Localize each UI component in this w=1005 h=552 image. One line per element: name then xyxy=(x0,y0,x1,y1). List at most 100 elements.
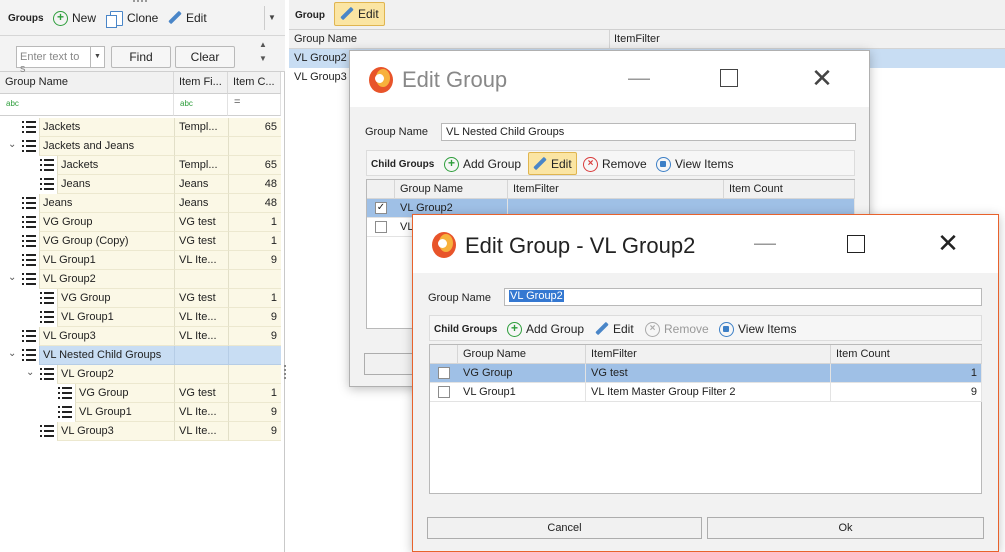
tree-row-count: 48 xyxy=(228,175,281,194)
view-items-button[interactable]: View Items xyxy=(719,320,796,338)
row-item-count: 9 xyxy=(831,383,982,402)
view-items-button[interactable]: View Items xyxy=(656,155,733,173)
child-groups-toolbar: Child Groups + Add Group Edit × Remove Vie… xyxy=(366,150,855,176)
group-name-field[interactable]: VL Nested Child Groups xyxy=(441,123,856,141)
pencil-icon xyxy=(533,157,547,171)
pencil-icon xyxy=(168,11,182,25)
filter-item-filter[interactable]: abc xyxy=(174,94,228,116)
tree-row[interactable]: ⌄ Jackets and Jeans xyxy=(0,137,281,156)
child-groups-label: Child Groups xyxy=(371,158,435,170)
minimize-icon[interactable]: — xyxy=(628,65,650,91)
dialog2-titlebar[interactable]: Edit Group - VL Group2 — ✕ xyxy=(413,215,998,273)
row-checkbox[interactable] xyxy=(438,367,450,379)
edit-label: Edit xyxy=(186,11,207,25)
splitter-grip[interactable] xyxy=(284,365,287,379)
row-checkbox[interactable] xyxy=(438,386,450,398)
tree-row[interactable]: Jackets Templ... 65 xyxy=(0,156,281,175)
list-icon xyxy=(22,121,36,134)
col-group-name[interactable]: Group Name xyxy=(0,72,174,94)
remove-button[interactable]: × Remove xyxy=(645,320,709,338)
expand-chevron-icon[interactable]: ⌄ xyxy=(8,272,16,283)
list-icon xyxy=(58,406,72,419)
dialog1-titlebar[interactable]: Edit Group — ✕ xyxy=(350,51,869,107)
add-group-button[interactable]: + Add Group xyxy=(507,320,584,338)
row-checkbox[interactable]: ✓ xyxy=(375,202,387,214)
tree-row[interactable]: ⌄ VL Group2 xyxy=(0,365,281,384)
col-group-name[interactable]: Group Name xyxy=(395,180,508,199)
new-button[interactable]: + New xyxy=(53,9,96,27)
remove-button[interactable]: × Remove xyxy=(583,155,647,173)
minimize-icon[interactable]: — xyxy=(754,230,776,256)
col-item-count[interactable]: Item Count xyxy=(831,345,982,364)
tree-row[interactable]: Jackets Templ... 65 xyxy=(0,118,281,137)
tree-row[interactable]: ⌄ VL Group2 xyxy=(0,270,281,289)
main-row[interactable]: VL Group3 xyxy=(289,68,349,87)
col-item-count[interactable]: Item C... xyxy=(228,72,281,94)
group-edit-button[interactable]: Edit xyxy=(334,2,385,26)
clone-icon xyxy=(106,10,123,28)
ok-button[interactable]: Ok xyxy=(707,517,984,539)
filter-item-count[interactable]: = xyxy=(228,94,281,116)
tree-row[interactable]: VL Group3 VL Ite... 9 xyxy=(0,327,281,346)
filter-group-name[interactable]: abc xyxy=(0,94,174,116)
close-icon[interactable]: ✕ xyxy=(936,228,960,259)
col-item-filter[interactable]: Item Fi... xyxy=(174,72,228,94)
tree-row-filter xyxy=(174,346,228,365)
child-edit-button[interactable]: Edit xyxy=(528,152,577,175)
maximize-icon[interactable] xyxy=(847,235,865,253)
group-name-field[interactable]: VL Group2 xyxy=(504,288,982,306)
drag-grip[interactable] xyxy=(133,0,147,4)
pencil-icon xyxy=(595,322,609,336)
tree-row[interactable]: VG Group VG test 1 xyxy=(0,213,281,232)
maximize-icon[interactable] xyxy=(720,69,738,87)
list-icon xyxy=(40,159,54,172)
tree-row-count xyxy=(228,270,281,289)
plus-icon: + xyxy=(53,10,68,26)
tree-row-name: Jackets xyxy=(57,156,174,175)
tree-row[interactable]: VL Group1 VL Ite... 9 xyxy=(0,251,281,270)
tree-row[interactable]: VG Group (Copy) VG test 1 xyxy=(0,232,281,251)
group-edit-label: Edit xyxy=(358,7,379,21)
scroll-arrows[interactable]: ▲ ▼ xyxy=(259,38,267,66)
col-item-count[interactable]: Item Count xyxy=(724,180,855,199)
chevron-down-icon[interactable]: ▼ xyxy=(268,13,276,22)
clone-button[interactable]: Clone xyxy=(106,9,158,28)
tree-row[interactable]: VL Group1 VL Ite... 9 xyxy=(0,403,281,422)
add-group-label: Add Group xyxy=(526,322,585,336)
tree-row[interactable]: VG Group VG test 1 xyxy=(0,289,281,308)
find-button[interactable]: Find xyxy=(111,46,171,68)
list-icon xyxy=(58,387,72,400)
col-item-filter[interactable]: ItemFilter xyxy=(586,345,831,364)
tree-row[interactable]: VL Group1 VL Ite... 9 xyxy=(0,308,281,327)
main-col-group-name[interactable]: Group Name xyxy=(294,33,357,45)
tree-row[interactable]: Jeans Jeans 48 xyxy=(0,194,281,213)
tree-row-name: VG Group xyxy=(75,384,174,403)
row-checkbox[interactable] xyxy=(375,221,387,233)
cancel-button[interactable]: Cancel xyxy=(427,517,702,539)
pencil-icon xyxy=(340,7,354,21)
add-group-button[interactable]: + Add Group xyxy=(444,155,521,173)
col-group-name[interactable]: Group Name xyxy=(458,345,586,364)
list-icon xyxy=(22,330,36,343)
clear-button[interactable]: Clear xyxy=(175,46,235,68)
edit-button[interactable]: Edit xyxy=(168,9,207,27)
app-logo-icon xyxy=(367,65,395,95)
col-item-filter[interactable]: ItemFilter xyxy=(508,180,724,199)
search-input[interactable]: Enter text to s xyxy=(16,46,91,75)
expand-chevron-icon[interactable]: ⌄ xyxy=(26,367,34,378)
expand-chevron-icon[interactable]: ⌄ xyxy=(8,348,16,359)
expand-chevron-icon[interactable]: ⌄ xyxy=(8,139,16,150)
tree-row-count: 9 xyxy=(228,422,281,441)
main-col-item-filter[interactable]: ItemFilter xyxy=(614,33,660,45)
tree-row[interactable]: VL Group3 VL Ite... 9 xyxy=(0,422,281,441)
child-groups-toolbar: Child Groups + Add Group Edit × Remove Vie… xyxy=(429,315,982,341)
child-edit-button[interactable]: Edit xyxy=(595,320,634,338)
tree-row-count: 9 xyxy=(228,308,281,327)
group-name-label: Group Name xyxy=(365,126,428,138)
search-dropdown-icon[interactable]: ▼ xyxy=(91,46,105,68)
tree-row[interactable]: ⌄ VL Nested Child Groups xyxy=(0,346,281,365)
close-icon[interactable]: ✕ xyxy=(810,63,834,94)
tree-row[interactable]: VG Group VG test 1 xyxy=(0,384,281,403)
tree-row[interactable]: Jeans Jeans 48 xyxy=(0,175,281,194)
main-row-name: VL Group3 xyxy=(294,71,347,83)
